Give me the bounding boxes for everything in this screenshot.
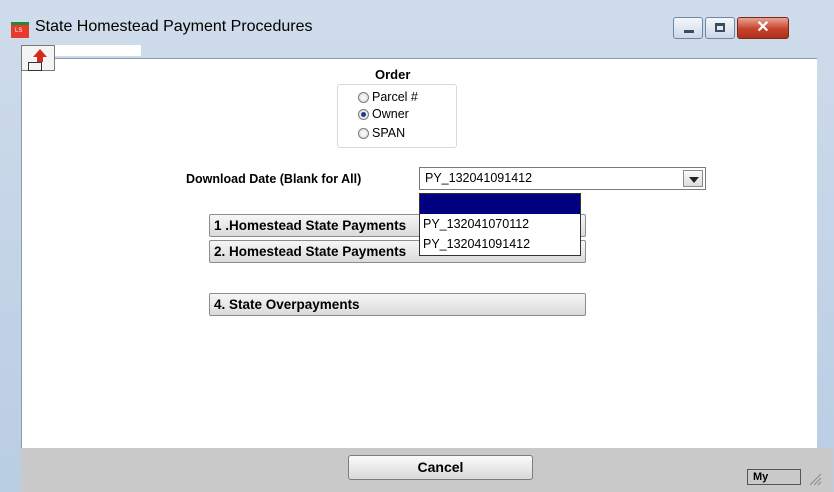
order-label: Order [375, 67, 411, 82]
order-option-parcel[interactable]: Parcel # [358, 90, 418, 104]
download-date-value: PY_132041091412 [425, 171, 533, 185]
download-date-dropdown: PY_132041070112 PY_132041091412 [419, 193, 581, 256]
status-indicator: My [747, 469, 801, 485]
resize-grip-icon[interactable] [806, 470, 822, 486]
radio-owner[interactable] [358, 108, 369, 120]
close-icon: ✕ [756, 19, 770, 36]
dropdown-option[interactable]: PY_132041091412 [420, 234, 580, 254]
order-option-label: Parcel # [372, 90, 418, 104]
tab-strip [55, 45, 141, 56]
order-option-span[interactable]: SPAN [358, 126, 405, 140]
app-window: LS State Homestead Payment Procedures ✕ … [0, 0, 834, 492]
window-title: State Homestead Payment Procedures [35, 18, 313, 35]
app-icon: LS [11, 22, 29, 38]
cancel-button[interactable]: Cancel [348, 455, 533, 480]
dropdown-option[interactable]: PY_132041070112 [420, 214, 580, 234]
radio-span[interactable] [358, 127, 369, 139]
download-date-select[interactable]: PY_132041091412 [419, 167, 706, 190]
maximize-button[interactable] [705, 17, 735, 39]
order-option-label: SPAN [372, 126, 406, 140]
download-date-label: Download Date (Blank for All) [186, 172, 362, 186]
close-button[interactable]: ✕ [737, 17, 789, 39]
radio-parcel[interactable] [358, 91, 369, 103]
order-option-owner[interactable]: Owner [358, 107, 409, 121]
state-overpayments-button[interactable]: 4. State Overpayments [209, 293, 586, 316]
dropdown-option-blank[interactable] [420, 194, 580, 214]
minimize-button[interactable] [673, 17, 703, 39]
chevron-down-icon[interactable] [683, 170, 703, 187]
title-bar[interactable]: LS State Homestead Payment Procedures ✕ [0, 0, 834, 44]
export-button[interactable] [21, 45, 55, 71]
order-option-label: Owner [372, 107, 409, 121]
